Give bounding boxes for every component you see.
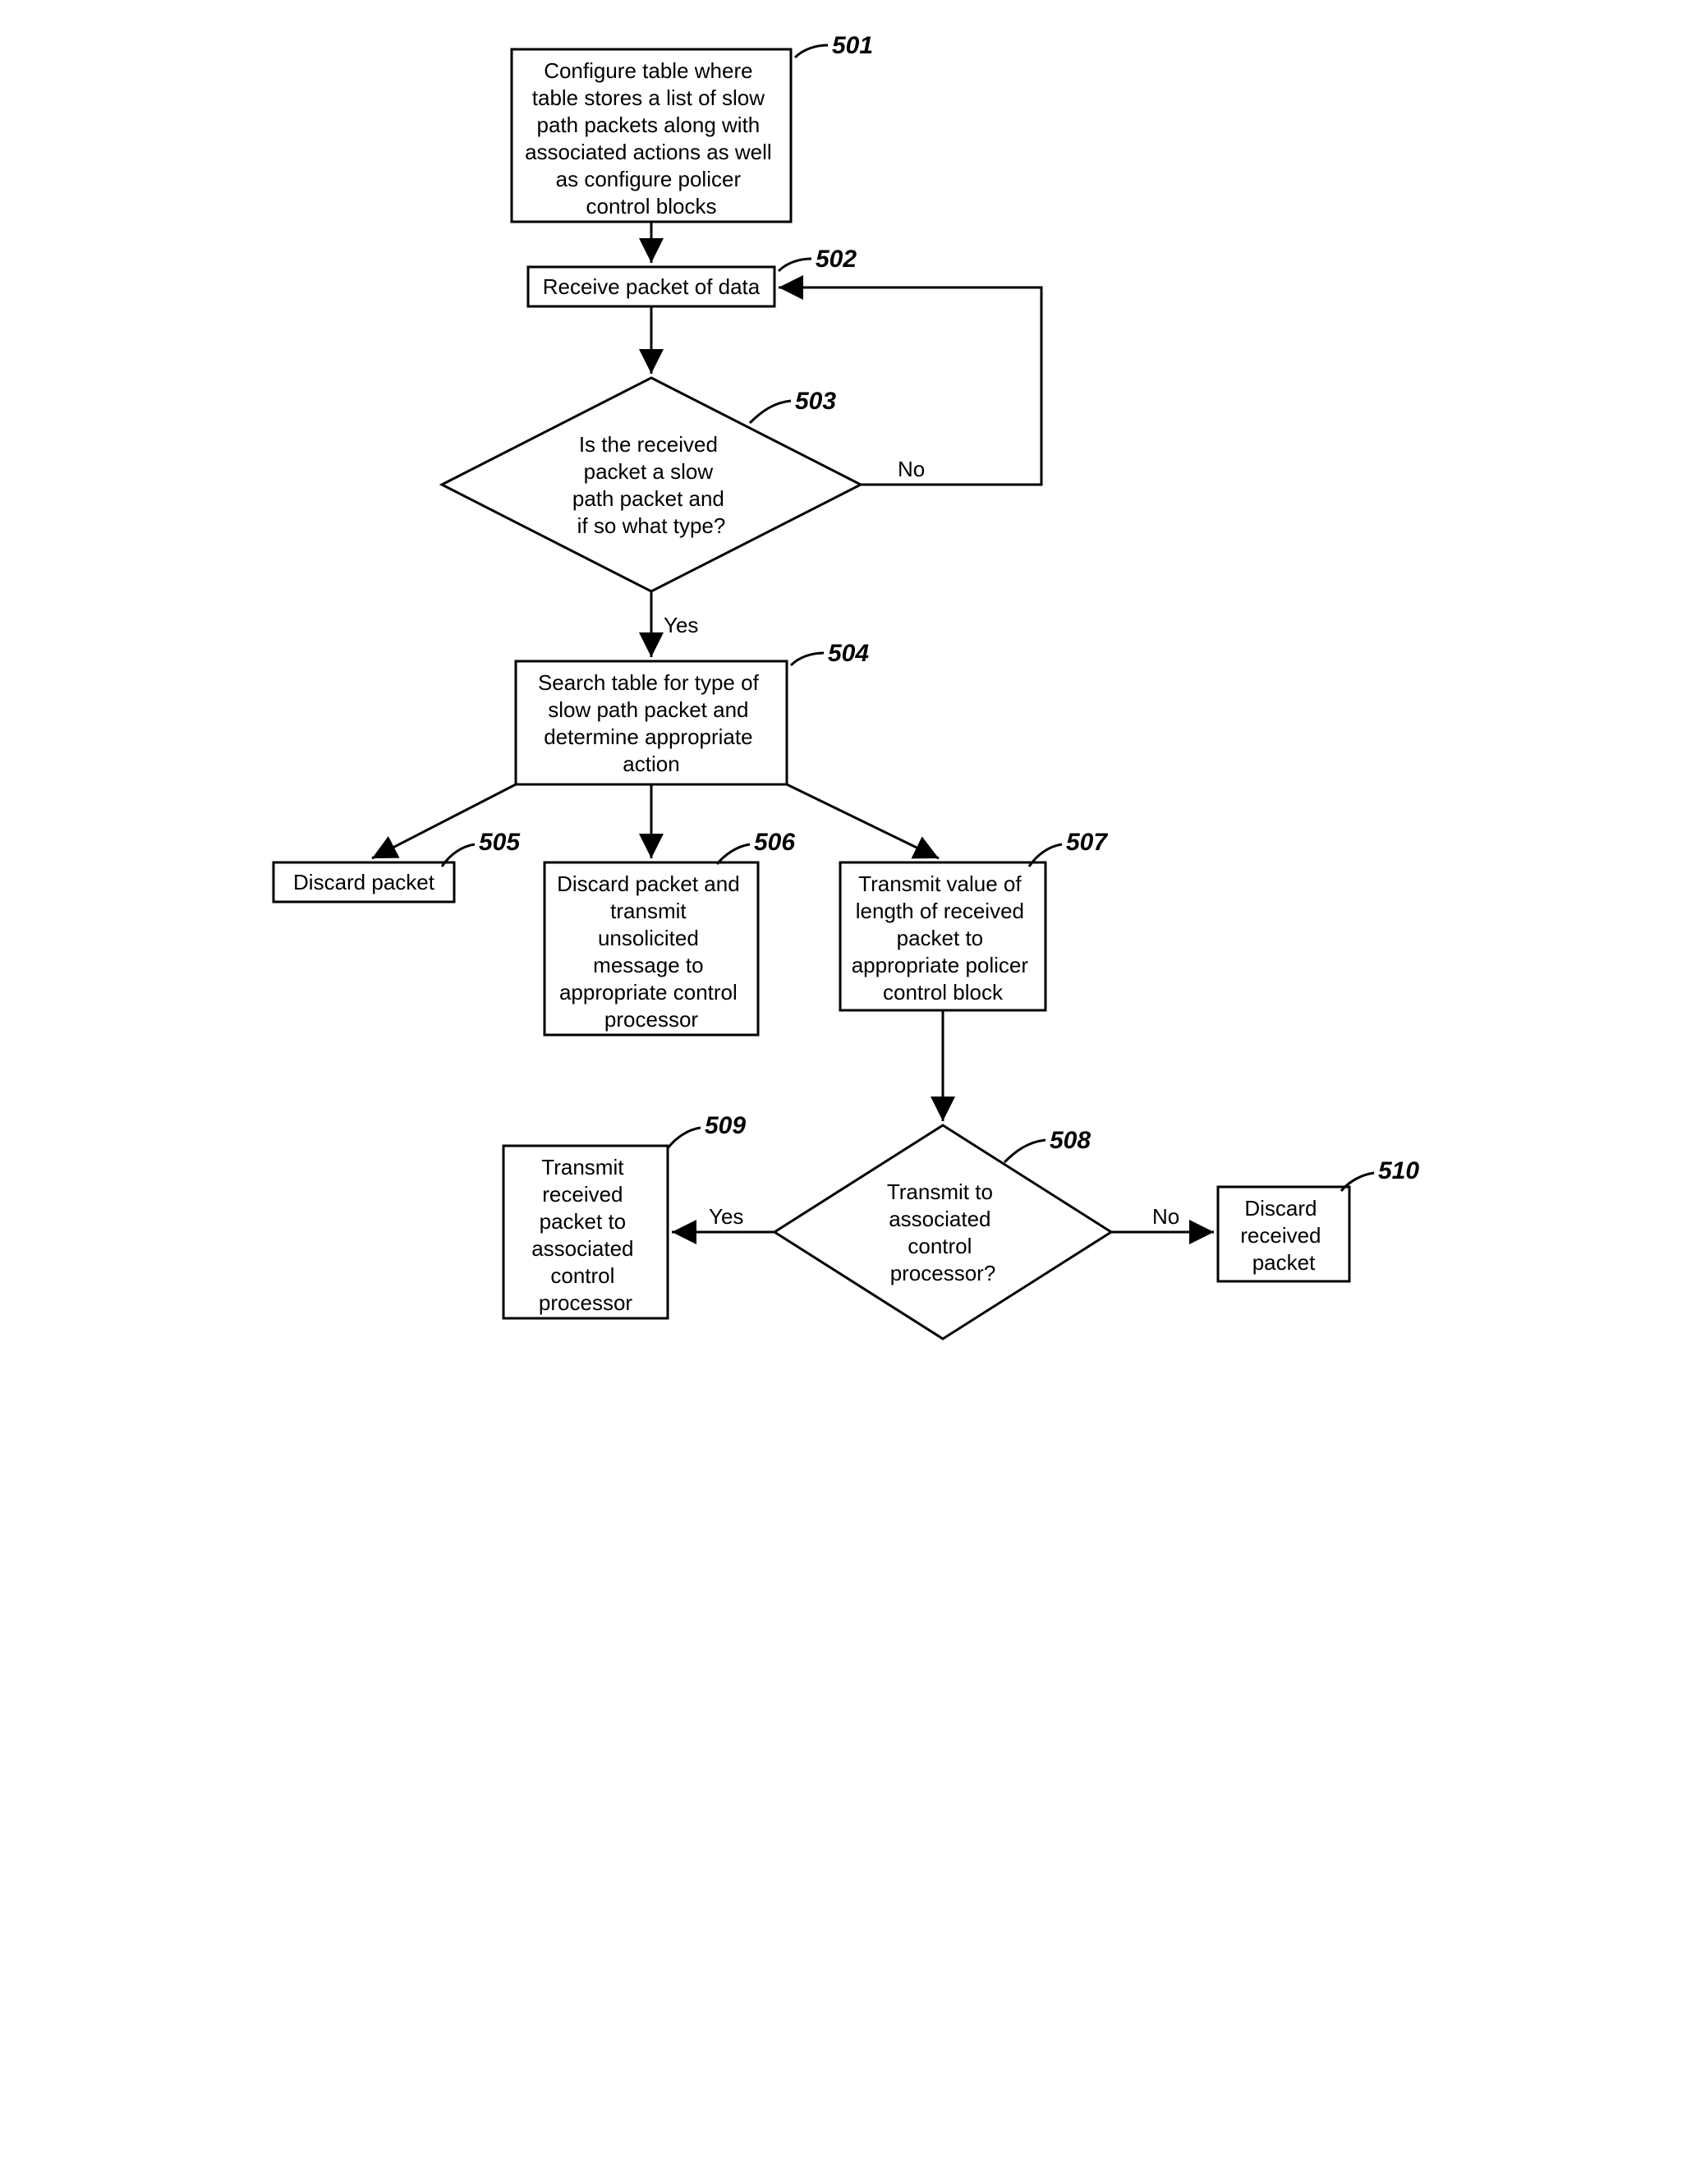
ref-509: 509 (705, 1112, 746, 1139)
node-508-diamond (774, 1125, 1111, 1339)
edge-503-no (779, 287, 1041, 485)
ref-502-leader (779, 259, 811, 271)
ref-508: 508 (1050, 1127, 1091, 1154)
ref-501-leader (795, 45, 828, 57)
node-505-text: Discard packet (293, 870, 435, 894)
ref-509-leader (668, 1128, 701, 1148)
ref-505: 505 (479, 829, 521, 856)
ref-501: 501 (832, 33, 873, 59)
ref-502: 502 (816, 246, 857, 273)
edge-508-no-label: No (1152, 1204, 1179, 1229)
ref-507: 507 (1066, 829, 1108, 856)
ref-506: 506 (754, 829, 795, 856)
ref-510: 510 (1378, 1157, 1419, 1184)
ref-503: 503 (795, 388, 836, 415)
ref-504: 504 (828, 640, 869, 667)
node-510-text: Discard received packet (1240, 1196, 1327, 1275)
ref-504-leader (791, 653, 824, 665)
ref-508-leader (1004, 1140, 1046, 1162)
node-502-text: Receive packet of data (543, 274, 761, 299)
edge-508-yes-label: Yes (709, 1204, 743, 1229)
edge-503-no-label: No (898, 457, 925, 481)
edge-503-yes-label: Yes (664, 613, 698, 637)
ref-506-leader (717, 844, 750, 864)
ref-503-leader (750, 401, 791, 423)
edge-504-507 (787, 784, 939, 858)
